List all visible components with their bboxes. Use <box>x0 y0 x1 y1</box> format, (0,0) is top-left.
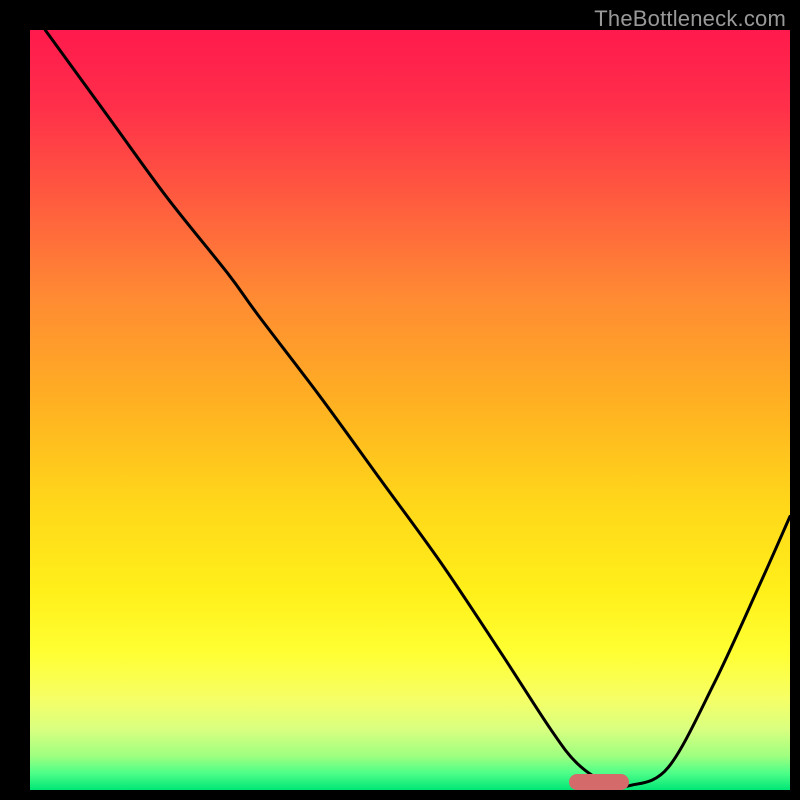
plot-background <box>30 30 790 790</box>
watermark-text: TheBottleneck.com <box>594 6 786 32</box>
plot-frame <box>30 30 790 790</box>
optimum-marker <box>569 774 629 790</box>
bottleneck-plot <box>30 30 790 790</box>
